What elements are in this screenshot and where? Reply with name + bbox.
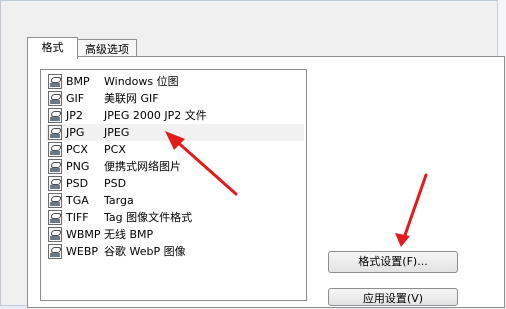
format-description: Tag 图像文件格式 — [104, 211, 193, 224]
format-description: 便携式网络图片 — [104, 160, 181, 173]
jp2-file-icon — [48, 108, 62, 123]
format-description: 无线 BMP — [104, 228, 154, 241]
format-code: PNG — [66, 160, 90, 173]
apply-settings-button[interactable]: 应用设置(V) — [328, 288, 458, 306]
format-row-gif[interactable]: GIF 美联网 GIF — [46, 90, 304, 107]
psd-file-icon — [48, 176, 62, 191]
jpg-file-icon — [48, 125, 62, 140]
format-list[interactable]: BMP Windows 位图 GIF 美联网 GIF JP2 JPEG 2000… — [40, 69, 307, 301]
format-row-webp[interactable]: WEBP 谷歌 WebP 图像 — [46, 243, 304, 260]
format-row-jp2[interactable]: JP2 JPEG 2000 JP2 文件 — [46, 107, 304, 124]
tga-file-icon — [48, 193, 62, 208]
format-description: JPEG 2000 JP2 文件 — [104, 109, 207, 122]
format-row-tiff[interactable]: TIFF Tag 图像文件格式 — [46, 209, 304, 226]
apply-settings-label: 应用设置(V) — [362, 292, 424, 305]
format-code: WBMP — [66, 228, 101, 241]
format-description: JPEG — [104, 126, 130, 139]
format-code: WEBP — [66, 245, 99, 258]
format-row-bmp[interactable]: BMP Windows 位图 — [46, 73, 304, 90]
format-code: BMP — [66, 75, 90, 88]
tab-format[interactable]: 格式 — [27, 37, 78, 59]
format-code: JP2 — [66, 109, 83, 122]
png-file-icon — [48, 159, 62, 174]
format-code: PCX — [66, 143, 88, 156]
webp-file-icon — [48, 244, 62, 259]
format-row-tga[interactable]: TGA Targa — [46, 192, 304, 209]
format-description: 美联网 GIF — [104, 92, 159, 105]
format-row-jpg[interactable]: JPG JPEG — [46, 124, 304, 141]
pcx-file-icon — [48, 142, 62, 157]
format-description: 谷歌 WebP 图像 — [104, 245, 186, 258]
format-code: PSD — [66, 177, 89, 190]
format-code: TIFF — [66, 211, 89, 224]
format-description: PSD — [104, 177, 127, 190]
wbmp-file-icon — [48, 227, 62, 242]
format-description: PCX — [104, 143, 126, 156]
format-settings-button[interactable]: 格式设置(F)... — [328, 251, 458, 273]
format-row-png[interactable]: PNG 便携式网络图片 — [46, 158, 304, 175]
tab-format-label: 格式 — [41, 41, 64, 54]
format-code: JPG — [66, 126, 85, 139]
bmp-file-icon — [48, 74, 62, 89]
format-code: GIF — [66, 92, 85, 105]
format-row-wbmp[interactable]: WBMP 无线 BMP — [46, 226, 304, 243]
format-row-pcx[interactable]: PCX PCX — [46, 141, 304, 158]
tab-advanced-options-label: 高级选项 — [85, 43, 129, 56]
format-code: TGA — [66, 194, 89, 207]
format-description: Windows 位图 — [104, 75, 179, 88]
format-description: Targa — [104, 194, 134, 207]
format-settings-label: 格式设置(F)... — [358, 255, 428, 268]
gif-file-icon — [48, 91, 62, 106]
format-row-psd[interactable]: PSD PSD — [46, 175, 304, 192]
tiff-file-icon — [48, 210, 62, 225]
